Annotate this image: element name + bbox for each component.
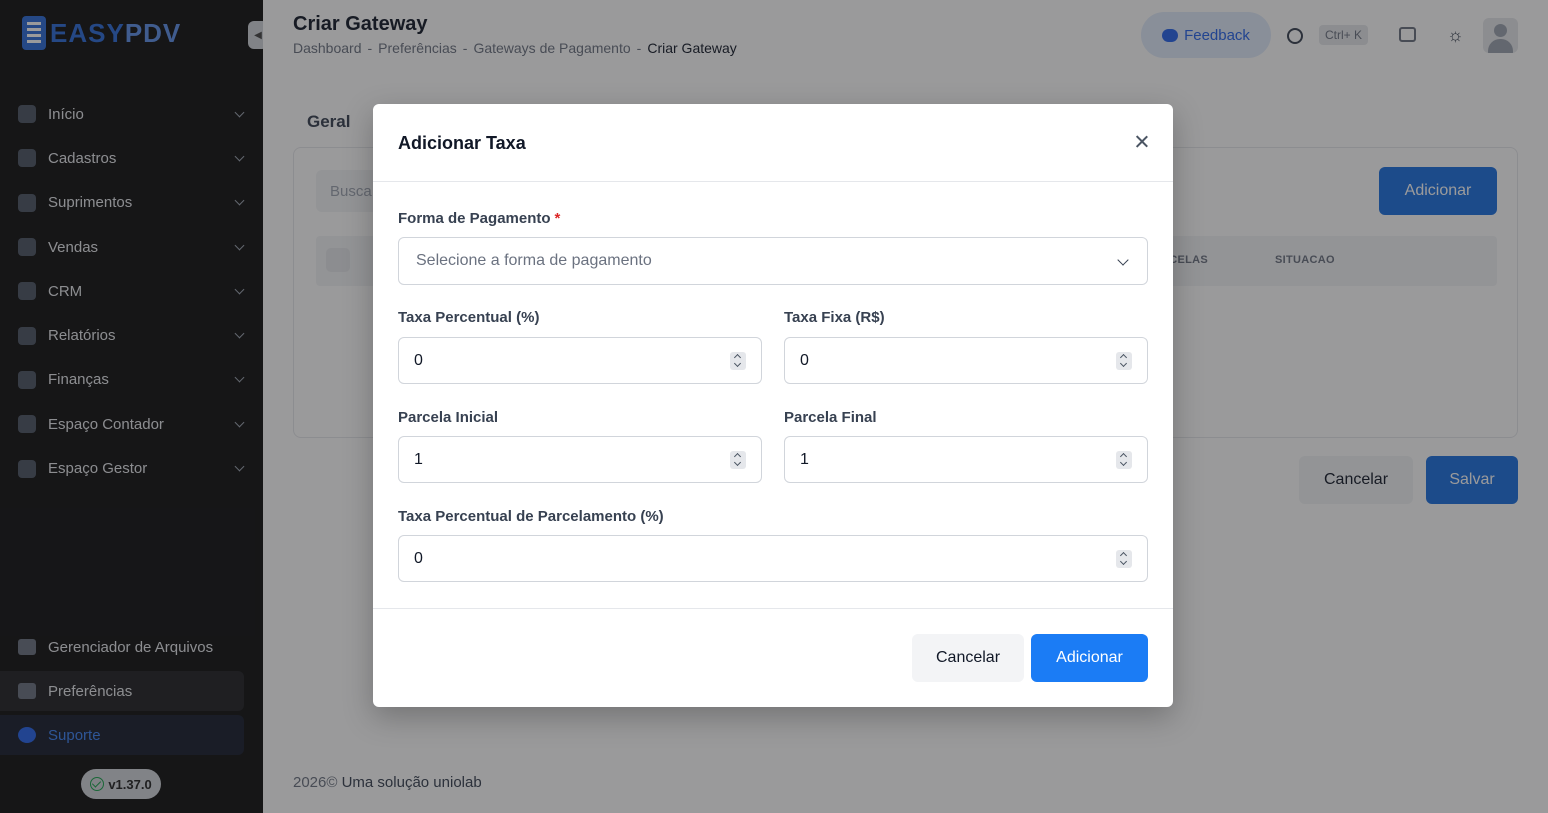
final-installment-input[interactable]: 1 [784,436,1148,483]
installment-fee-label: Taxa Percentual de Parcelamento (%) [398,508,664,525]
number-spinner[interactable] [1116,550,1132,568]
number-spinner[interactable] [1116,352,1132,370]
initial-installment-label: Parcela Inicial [398,409,499,426]
installment-fee-input[interactable]: 0 [398,535,1148,582]
percent-fee-label: Taxa Percentual (%) [398,309,540,326]
fixed-fee-label: Taxa Fixa (R$) [784,309,885,326]
modal-add-button[interactable]: Adicionar [1031,634,1148,682]
number-spinner[interactable] [730,352,746,370]
percent-fee-input[interactable]: 0 [398,337,762,384]
modal-title: Adicionar Taxa [398,133,526,153]
initial-installment-input[interactable]: 1 [398,436,762,483]
number-spinner[interactable] [730,451,746,469]
chevron-down-icon [1117,254,1129,266]
final-installment-label: Parcela Final [784,409,877,426]
payment-method-select[interactable]: Selecione a forma de pagamento [398,237,1148,285]
number-spinner[interactable] [1116,451,1132,469]
payment-method-label: Forma de Pagamento * [398,210,561,227]
divider [373,608,1173,609]
fixed-fee-input[interactable]: 0 [784,337,1148,384]
add-fee-modal: Adicionar Taxa Forma de Pagamento * Selec… [373,104,1173,707]
modal-cancel-button[interactable]: Cancelar [912,634,1024,682]
divider [373,181,1173,182]
close-icon[interactable] [1133,133,1151,151]
